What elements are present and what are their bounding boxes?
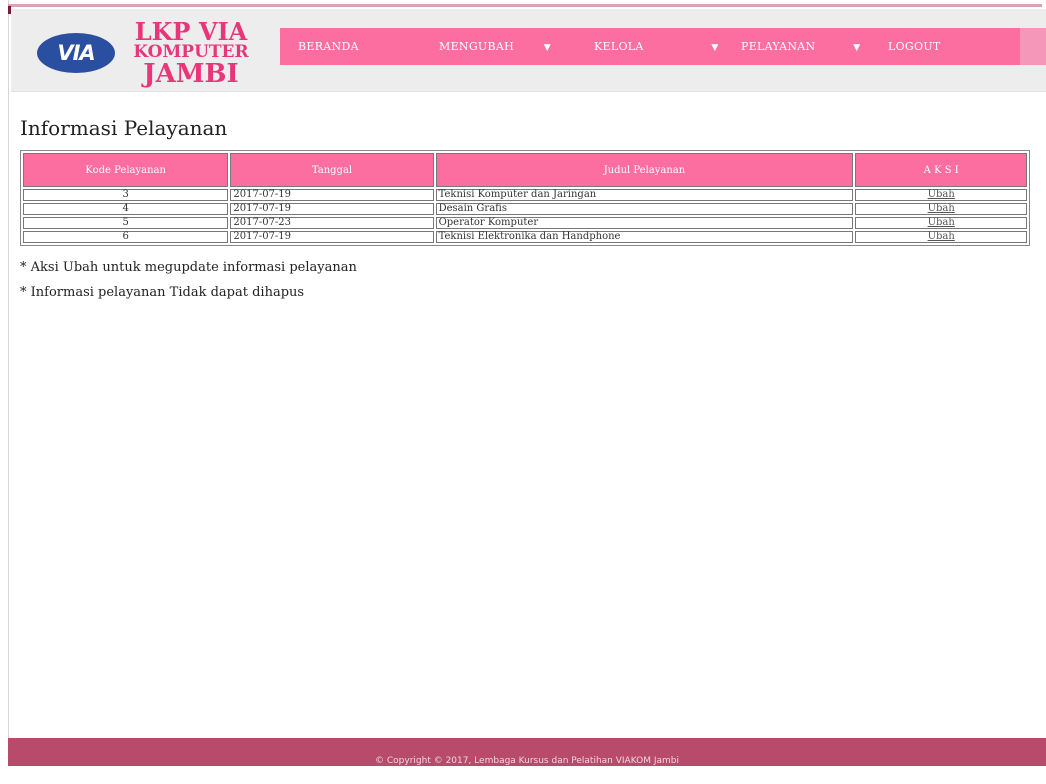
column-header-aksi: A K S I (855, 153, 1027, 187)
cell-judul: Teknisi Elektronika dan Handphone (435, 231, 854, 243)
site-header: VIA LKP VIA KOMPUTER JAMBI BERANDA MENGU… (11, 9, 1046, 92)
note-no-delete: * Informasi pelayanan Tidak dapat dihapu… (20, 285, 305, 300)
nav-item-mengubah[interactable]: MENGUBAH ▼ (439, 28, 565, 65)
ubah-link[interactable]: Ubah (928, 189, 955, 200)
nav-item-label: MENGUBAH (439, 40, 514, 53)
site-logo-text: LKP VIA KOMPUTER JAMBI (121, 17, 261, 89)
dropdown-caret-icon: ▼ (711, 43, 719, 53)
cell-tanggal: 2017-07-19 (230, 231, 434, 243)
nav-item-label: KELOLA (594, 40, 644, 53)
nav-item-beranda[interactable]: BERANDA (298, 28, 359, 65)
table-header-row: Kode Pelayanan Tanggal Judul Pelayanan A… (23, 153, 1027, 187)
column-header-kode: Kode Pelayanan (23, 153, 229, 187)
column-header-tanggal: Tanggal (230, 153, 434, 187)
via-logo-icon: VIA (37, 33, 115, 73)
cell-aksi: Ubah (855, 203, 1027, 215)
cell-aksi: Ubah (855, 231, 1027, 243)
cell-kode: 3 (23, 189, 229, 201)
page-frame (8, 0, 1046, 766)
nav-item-logout[interactable]: LOGOUT (888, 28, 941, 65)
nav-item-pelayanan[interactable]: PELAYANAN ▼ (741, 28, 875, 65)
cell-tanggal: 2017-07-19 (230, 189, 434, 201)
note-ubah: * Aksi Ubah untuk megupdate informasi pe… (20, 260, 357, 275)
table-row: 3 2017-07-19 Teknisi Komputer dan Jaring… (23, 189, 1027, 201)
cell-aksi: Ubah (855, 217, 1027, 229)
table-row: 6 2017-07-19 Teknisi Elektronika dan Han… (23, 231, 1027, 243)
cell-judul: Operator Komputer (435, 217, 854, 229)
dropdown-caret-icon: ▼ (543, 43, 552, 53)
logo-line-1: LKP VIA (134, 17, 248, 46)
navbar-end-cap (1020, 28, 1046, 65)
cell-judul: Teknisi Komputer dan Jaringan (435, 189, 854, 201)
ubah-link[interactable]: Ubah (928, 203, 955, 214)
nav-item-label: BERANDA (298, 40, 359, 53)
ubah-link[interactable]: Ubah (928, 217, 955, 228)
table-row: 4 2017-07-19 Desain Grafis Ubah (23, 203, 1027, 215)
services-table: Kode Pelayanan Tanggal Judul Pelayanan A… (20, 150, 1030, 246)
cell-judul: Desain Grafis (435, 203, 854, 215)
table-row: 5 2017-07-23 Operator Komputer Ubah (23, 217, 1027, 229)
nav-item-label: LOGOUT (888, 40, 941, 53)
main-navbar: BERANDA MENGUBAH ▼ KELOLA ▼ PELAYANAN ▼ … (280, 28, 1046, 65)
nav-item-label: PELAYANAN (741, 40, 816, 53)
cell-aksi: Ubah (855, 189, 1027, 201)
ubah-link[interactable]: Ubah (928, 231, 955, 242)
cell-kode: 6 (23, 231, 229, 243)
cell-kode: 4 (23, 203, 229, 215)
cell-kode: 5 (23, 217, 229, 229)
top-border (8, 4, 1042, 7)
copyright-text: © Copyright © 2017, Lembaga Kursus dan P… (375, 756, 679, 766)
cell-tanggal: 2017-07-19 (230, 203, 434, 215)
cell-tanggal: 2017-07-23 (230, 217, 434, 229)
site-footer: © Copyright © 2017, Lembaga Kursus dan P… (8, 738, 1046, 766)
page-title: Informasi Pelayanan (20, 116, 228, 140)
logo-emblem-text: VIA (57, 41, 95, 65)
column-header-judul: Judul Pelayanan (435, 153, 854, 187)
dropdown-caret-icon: ▼ (853, 43, 861, 53)
nav-item-kelola-label-container[interactable]: KELOLA ▼ (594, 28, 733, 65)
logo-line-3: JAMBI (143, 59, 239, 89)
